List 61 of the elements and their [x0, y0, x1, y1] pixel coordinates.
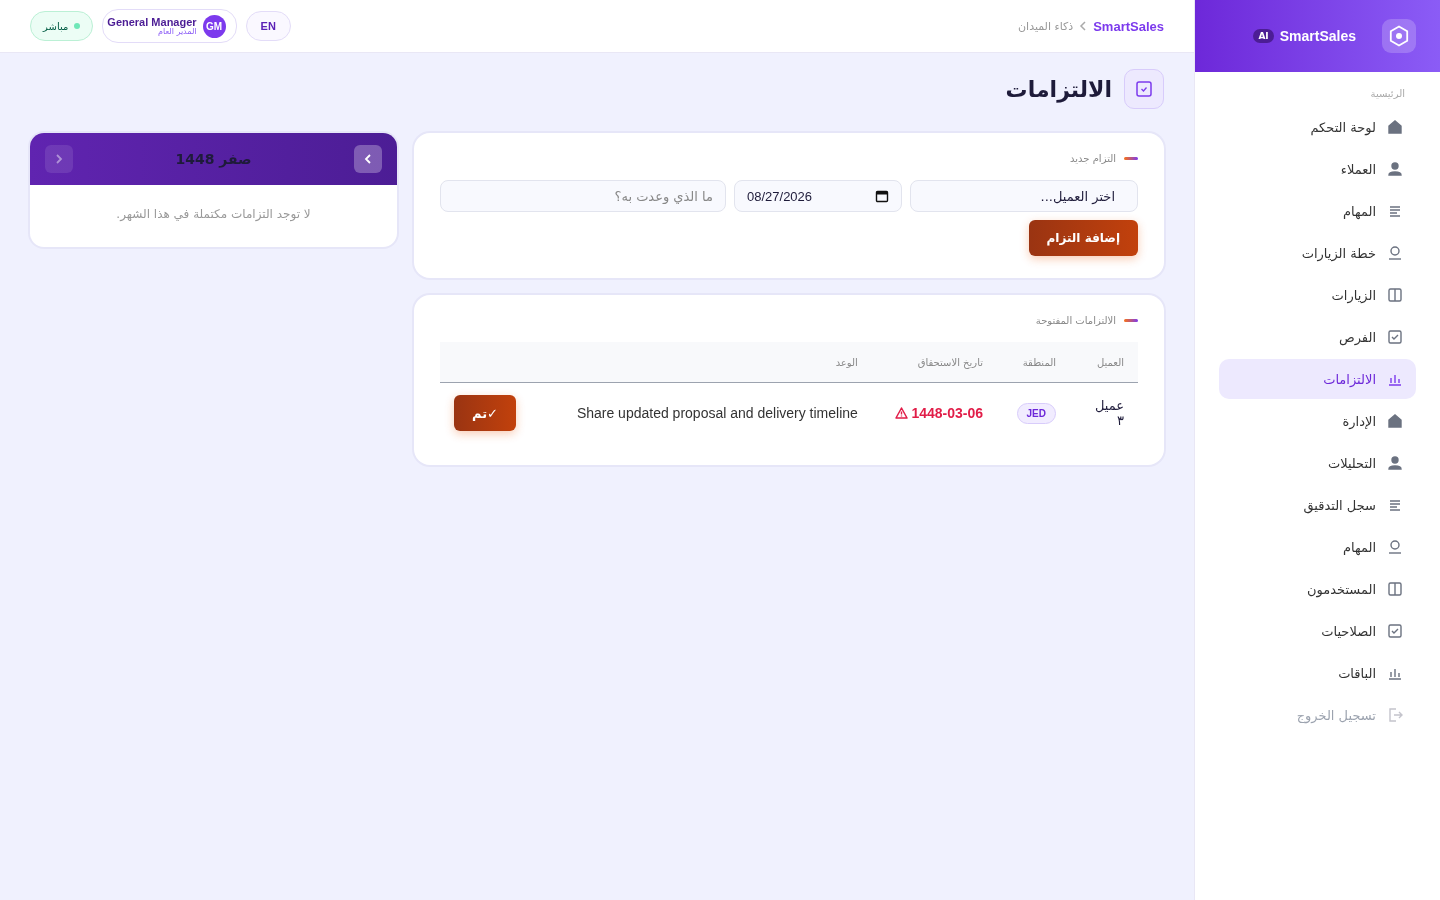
nav-item[interactable]: المهام	[1219, 527, 1416, 567]
nav-icon	[1386, 160, 1404, 178]
card-title: التزام جديد	[1070, 153, 1116, 164]
calendar-icon	[875, 189, 889, 203]
column-header: المنطقة	[997, 342, 1070, 383]
column-header: العميل	[1070, 342, 1138, 383]
nav-item[interactable]: العملاء	[1219, 149, 1416, 189]
status-pill: مباشر	[30, 11, 94, 41]
avatar: GM	[202, 14, 226, 38]
user-name: General Manager	[107, 15, 197, 28]
nav-item[interactable]: الالتزامات	[1219, 359, 1416, 399]
nav-item[interactable]: خطة الزيارات	[1219, 233, 1416, 273]
nav-item[interactable]: الفرص	[1219, 317, 1416, 357]
empty-message: لا توجد التزامات مكتملة في هذا الشهر.	[115, 206, 312, 224]
nav-icon	[1386, 328, 1404, 346]
nav-item[interactable]: لوحة التحكم	[1219, 107, 1416, 147]
nav-item[interactable]: التحليلات	[1219, 443, 1416, 483]
column-header: تاريخ الاستحقاق	[871, 342, 997, 383]
warning-icon	[895, 406, 909, 419]
nav-icon	[1386, 580, 1404, 598]
nav-icon	[1386, 244, 1404, 262]
ai-badge: AI	[1253, 29, 1274, 43]
nav-item[interactable]: المستخدمون	[1219, 569, 1416, 609]
nav-item[interactable]: الباقات	[1219, 653, 1416, 693]
nav-item[interactable]: الصلاحيات	[1219, 611, 1416, 651]
promise-field[interactable]: ما الذي وعدت به؟	[440, 180, 726, 212]
date-field[interactable]: 08/27/2026	[734, 180, 902, 212]
nav-item[interactable]: المهام	[1219, 191, 1416, 231]
table-cell: Share updated proposal and delivery timeline	[537, 382, 872, 443]
nav-icon	[1386, 412, 1404, 430]
nav-item[interactable]: الإدارة	[1219, 401, 1416, 441]
month-label: صفر 1448	[175, 151, 252, 167]
nav-item[interactable]: سجل التدقيق	[1219, 485, 1416, 525]
nav-icon	[1386, 454, 1404, 472]
nav-icon	[1386, 622, 1404, 640]
user-role: المدير العام	[158, 27, 197, 37]
add-commitment-button[interactable]: إضافة التزام	[1028, 220, 1138, 256]
nav-item[interactable]: الزيارات	[1219, 275, 1416, 315]
card-title: الالتزامات المفتوحة	[1035, 315, 1116, 326]
done-button[interactable]: ✓تم	[454, 395, 516, 431]
next-month-button[interactable]	[354, 145, 382, 173]
region-badge: JED	[1016, 402, 1056, 424]
nav-icon	[1386, 118, 1404, 136]
column-header: الوعد	[537, 342, 872, 383]
chevron-icon	[1079, 21, 1088, 31]
page-title: الالتزامات	[1005, 76, 1112, 102]
brand-name: SmartSales	[1279, 28, 1356, 44]
section-label: الرئيسية	[1369, 87, 1406, 101]
checkbox-icon	[1124, 69, 1164, 109]
breadcrumb-link[interactable]: SmartSales	[1093, 18, 1164, 34]
breadcrumb-current: ذكاء الميدان	[1018, 19, 1074, 33]
due-date: 1448-03-06	[895, 404, 983, 421]
chevron-icon	[55, 154, 63, 164]
language-button[interactable]: EN	[245, 11, 291, 41]
chevron-icon	[364, 154, 372, 164]
nav-icon	[1386, 286, 1404, 304]
logo-icon	[1382, 19, 1416, 53]
logout-icon	[1386, 706, 1404, 724]
table-cell: عميل ٣	[1070, 382, 1138, 443]
client-select[interactable]: اختر العميل...	[910, 180, 1138, 212]
nav-icon	[1386, 538, 1404, 556]
